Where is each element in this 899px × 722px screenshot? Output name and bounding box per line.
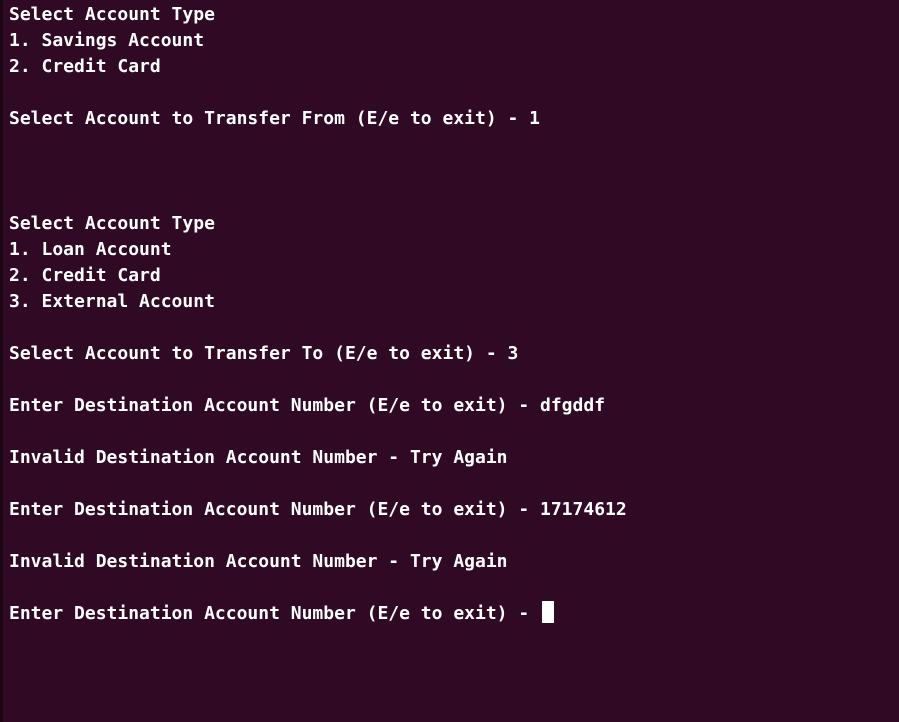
window-edge bbox=[0, 0, 3, 722]
terminal-line: 1. Loan Account bbox=[9, 239, 172, 260]
terminal-line: Select Account Type bbox=[9, 213, 215, 234]
terminal-line: 2. Credit Card bbox=[9, 265, 161, 286]
terminal-line: 2. Credit Card bbox=[9, 56, 161, 77]
terminal-line: Select Account to Transfer To (E/e to ex… bbox=[9, 343, 519, 364]
terminal-line: 3. External Account bbox=[9, 291, 215, 312]
terminal-prompt-line[interactable]: Enter Destination Account Number (E/e to… bbox=[9, 601, 555, 627]
prompt-text: Enter Destination Account Number (E/e to… bbox=[9, 603, 541, 624]
terminal-line: Enter Destination Account Number (E/e to… bbox=[9, 499, 627, 520]
terminal-line: 1. Savings Account bbox=[9, 30, 205, 51]
terminal-line: Select Account to Transfer From (E/e to … bbox=[9, 108, 541, 129]
text-cursor bbox=[542, 601, 555, 623]
terminal-line: Select Account Type bbox=[9, 4, 215, 25]
terminal-line: Invalid Destination Account Number - Try… bbox=[9, 447, 508, 468]
terminal-line: Invalid Destination Account Number - Try… bbox=[9, 551, 508, 572]
terminal-window[interactable]: Select Account Type 1. Savings Account 2… bbox=[0, 0, 899, 722]
terminal-line: Enter Destination Account Number (E/e to… bbox=[9, 395, 606, 416]
